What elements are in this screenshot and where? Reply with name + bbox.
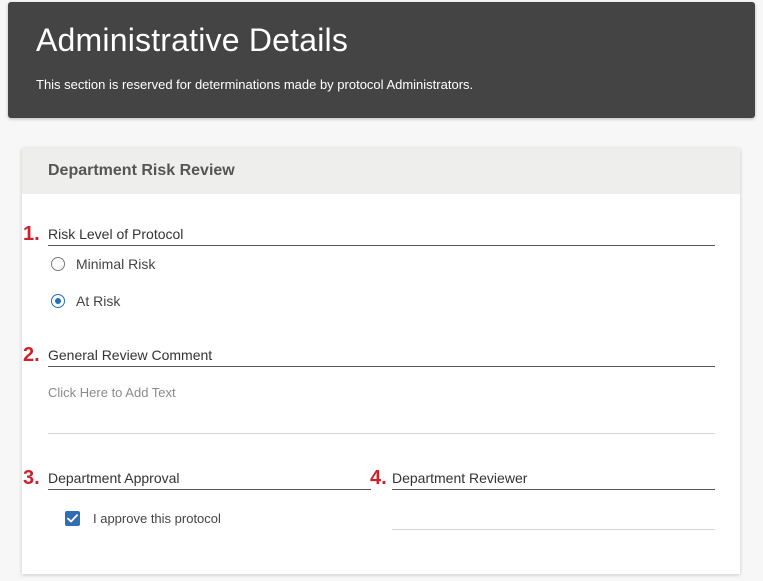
radio-option-label: Minimal Risk (76, 256, 156, 272)
department-reviewer-label: Department Reviewer (392, 470, 715, 490)
question-number-3: 3. (23, 467, 40, 489)
page-subtitle: This section is reserved for determinati… (36, 77, 474, 92)
risk-level-label: Risk Level of Protocol (48, 226, 715, 246)
question-number-1: 1. (23, 223, 40, 245)
comment-placeholder: Click Here to Add Text (48, 385, 176, 400)
page-title: Administrative Details (36, 22, 349, 58)
radio-button-selected[interactable] (51, 294, 65, 308)
approve-protocol-checkbox-row[interactable]: I approve this protocol (65, 511, 221, 526)
radio-button[interactable] (51, 257, 65, 271)
department-reviewer-input[interactable] (392, 529, 715, 530)
approve-checkbox-label: I approve this protocol (93, 511, 221, 526)
radio-option-minimal-risk[interactable]: Minimal Risk (51, 256, 155, 272)
card-title: Department Risk Review (48, 162, 235, 179)
question-number-2: 2. (23, 344, 40, 366)
checkmark-icon (67, 514, 78, 523)
department-approval-label: Department Approval (48, 470, 371, 490)
question-number-4: 4. (370, 467, 387, 489)
card-header: Department Risk Review (22, 148, 740, 194)
radio-option-label: At Risk (76, 293, 121, 309)
radio-option-at-risk[interactable]: At Risk (51, 293, 120, 309)
section-header: Administrative Details This section is r… (8, 2, 755, 118)
approve-checkbox[interactable] (65, 511, 80, 526)
general-review-comment-label: General Review Comment (48, 347, 715, 367)
general-review-comment-input[interactable]: Click Here to Add Text (48, 377, 715, 434)
